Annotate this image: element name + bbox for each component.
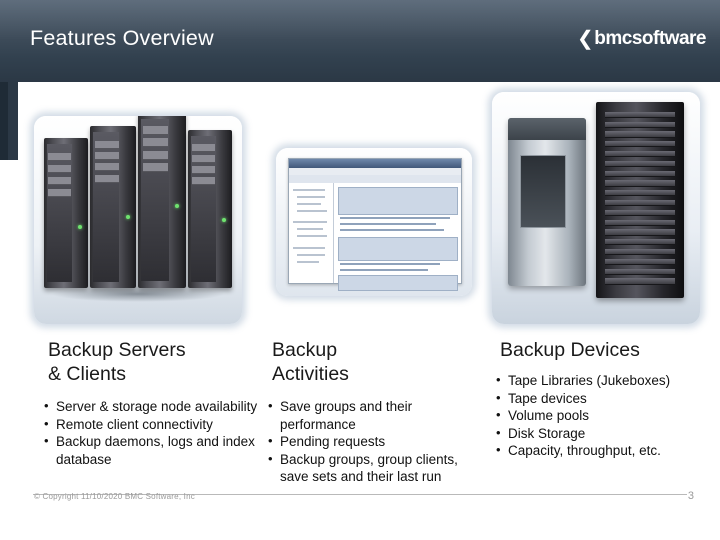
bullet-list: Tape Libraries (Jukeboxes) Tape devices …: [494, 371, 706, 460]
window-content-pane: [334, 183, 461, 291]
column-heading-line: & Clients: [48, 363, 127, 385]
drive-bay: [94, 174, 119, 183]
disk-storage-rack: [596, 102, 684, 298]
server-tower: [90, 126, 136, 288]
column-bullets-servers: Server & storage node availability Remot…: [42, 397, 260, 468]
drive-bay: [48, 189, 72, 197]
library-top-panel: [508, 118, 586, 140]
window-titlebar: [289, 159, 461, 168]
logo-software-text: software: [631, 27, 707, 49]
column-heading-activities: Backup Activities: [272, 338, 472, 386]
library-door: [520, 154, 567, 228]
list-item: Tape devices: [494, 389, 706, 408]
window-tree-pane: [289, 183, 334, 283]
list-item: Pending requests: [266, 432, 464, 451]
column-heading-servers: Backup Servers & Clients: [48, 338, 258, 386]
column-heading-line: Backup: [272, 339, 338, 361]
backup-activities-screenshot: [276, 148, 472, 296]
drive-bay: [142, 138, 168, 148]
column-heading-line: Backup Devices: [500, 339, 640, 361]
column-bullets-activities: Save groups and their performance Pendin…: [266, 397, 464, 486]
status-led-icon: [125, 215, 130, 220]
backup-servers-photo: [34, 116, 242, 324]
logo-bmc-text: bmc: [594, 27, 632, 49]
list-item: Volume pools: [494, 406, 706, 425]
drive-bay: [192, 155, 216, 164]
content-panel: [338, 275, 458, 291]
list-item: Remote client connectivity: [42, 415, 260, 434]
server-tower: [188, 130, 232, 288]
console-window: [288, 158, 462, 291]
drive-bay: [142, 126, 168, 135]
drive-bay: [48, 153, 72, 161]
logo-swoosh-icon: ❮: [577, 28, 594, 50]
drive-bay: [192, 166, 216, 175]
drive-bay: [94, 163, 119, 172]
status-led-icon: [221, 218, 226, 223]
list-item: Disk Storage: [494, 424, 706, 443]
page-number: 3: [687, 490, 694, 502]
list-item: Capacity, throughput, etc.: [494, 441, 706, 460]
list-item: Backup daemons, logs and index database: [42, 432, 260, 468]
list-item: Save groups and their performance: [266, 397, 464, 433]
drive-bay: [94, 151, 119, 160]
bmc-software-logo: ❮ bmc software: [577, 26, 706, 51]
drive-bay: [94, 140, 119, 149]
slide-header: Features Overview ❮ bmc software: [0, 0, 720, 82]
left-accent-bar-dark: [0, 82, 8, 160]
slide: Features Overview ❮ bmc software Backup …: [0, 0, 720, 540]
photo-shadow: [50, 286, 226, 302]
bullet-list: Save groups and their performance Pendin…: [266, 397, 464, 486]
drive-bay: [142, 163, 168, 172]
backup-devices-photo: [492, 92, 700, 324]
content-panel: [338, 187, 458, 215]
column-heading-line: Activities: [272, 363, 349, 385]
page-title: Features Overview: [30, 26, 214, 50]
server-tower: [44, 138, 88, 288]
copyright-text: © Copyright 11/10/2020 BMC Software, Inc: [34, 492, 195, 501]
server-tower: [138, 116, 186, 288]
tape-library: [508, 118, 586, 286]
content-panel: [338, 237, 458, 261]
drive-bay: [48, 177, 72, 185]
drive-bay: [192, 177, 216, 186]
drive-bay: [48, 165, 72, 173]
drive-bay: [192, 144, 216, 153]
column-heading-line: Backup Servers: [48, 339, 186, 361]
list-item: Tape Libraries (Jukeboxes): [494, 371, 706, 390]
bullet-list: Server & storage node availability Remot…: [42, 397, 260, 468]
list-item: Backup groups, group clients, save sets …: [266, 450, 464, 486]
status-led-icon: [77, 225, 82, 229]
drive-bay: [142, 150, 168, 160]
list-item: Server & storage node availability: [42, 397, 260, 416]
column-heading-devices: Backup Devices: [500, 338, 710, 362]
status-led-icon: [175, 203, 180, 208]
column-bullets-devices: Tape Libraries (Jukeboxes) Tape devices …: [494, 371, 706, 460]
